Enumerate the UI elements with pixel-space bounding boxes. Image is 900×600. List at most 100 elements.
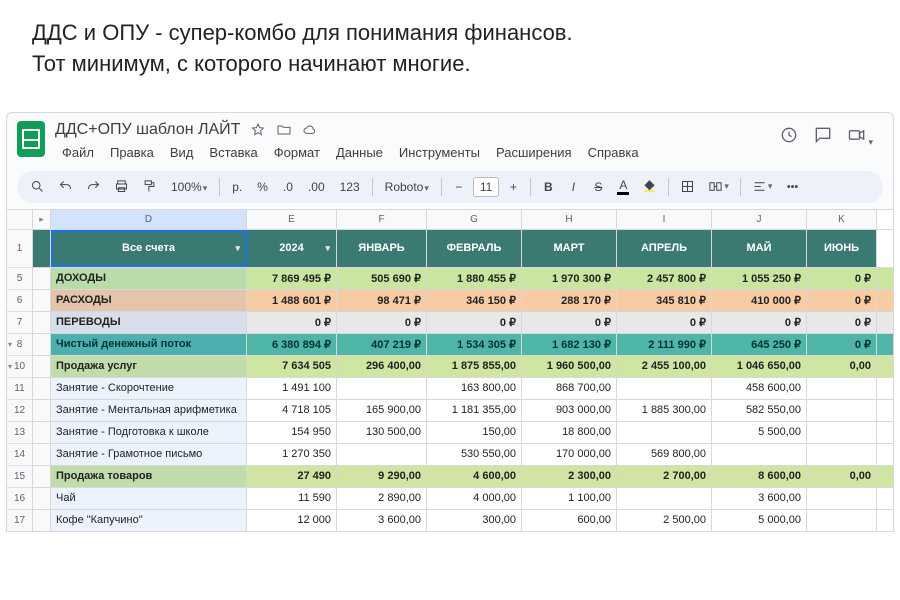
menu-file[interactable]: Файл [55,142,101,163]
menu-view[interactable]: Вид [163,142,201,163]
decrease-font-size-icon[interactable]: − [448,175,470,199]
row-label[interactable]: ПЕРЕВОДЫ [51,312,247,333]
cell[interactable] [807,422,877,443]
cell[interactable]: 410 000 ₽ [712,290,807,311]
row-number[interactable]: 1 [7,230,32,268]
menu-edit[interactable]: Правка [103,142,161,163]
print-icon[interactable] [109,175,134,199]
cell[interactable]: 11 590 [247,488,337,509]
cell[interactable]: 0 ₽ [522,312,617,333]
cell[interactable]: 4 600,00 [427,466,522,487]
cell[interactable] [33,510,51,531]
cell[interactable]: 345 810 ₽ [617,290,712,311]
cell[interactable] [33,356,51,377]
font-size-input[interactable]: 11 [473,177,499,197]
cell[interactable]: 288 170 ₽ [522,290,617,311]
cell[interactable]: 296 400,00 [337,356,427,377]
cell[interactable]: 600,00 [522,510,617,531]
cell[interactable]: 2 111 990 ₽ [617,334,712,355]
row-number[interactable]: 6 [7,290,32,312]
cell[interactable]: 1 270 350 [247,444,337,465]
cell[interactable] [712,444,807,465]
cell[interactable]: 1 100,00 [522,488,617,509]
cell[interactable]: 1 960 500,00 [522,356,617,377]
cell[interactable] [807,400,877,421]
column-header[interactable]: K [807,210,877,229]
cell[interactable] [33,312,51,333]
row-label[interactable]: Занятие - Грамотное письмо [51,444,247,465]
row-number[interactable]: 11 [7,378,32,400]
cell[interactable]: 582 550,00 [712,400,807,421]
column-header[interactable]: J [712,210,807,229]
month-header[interactable]: ФЕВРАЛЬ [427,230,522,267]
italic-icon[interactable]: I [562,175,584,199]
row-label[interactable]: Занятие - Скорочтение [51,378,247,399]
cell[interactable] [33,444,51,465]
cell[interactable]: 1 046 650,00 [712,356,807,377]
cell[interactable]: 2 700,00 [617,466,712,487]
row-number[interactable]: 15 [7,466,32,488]
cell[interactable]: 1 181 355,00 [427,400,522,421]
cell[interactable] [33,378,51,399]
merge-cells-icon[interactable]: ▾ [703,175,734,199]
paint-format-icon[interactable] [137,175,162,199]
zoom-level[interactable]: 100%▾ [165,177,213,197]
cell[interactable]: 645 250 ₽ [712,334,807,355]
cell[interactable] [337,378,427,399]
cell[interactable]: 0 ₽ [712,312,807,333]
google-sheets-logo[interactable] [17,121,45,157]
cell[interactable] [33,334,51,355]
cell[interactable]: 12 000 [247,510,337,531]
menu-format[interactable]: Формат [267,142,327,163]
month-header[interactable]: ИЮНЬ [807,230,877,267]
cell[interactable]: 0,00 [807,356,877,377]
cell[interactable] [33,488,51,509]
text-color-icon[interactable]: A [612,175,634,199]
star-icon[interactable] [250,122,266,138]
row-number[interactable]: 12 [7,400,32,422]
decrease-decimal-icon[interactable]: .0 [277,175,299,199]
row-number[interactable]: 7 [7,312,32,334]
cell[interactable]: 154 950 [247,422,337,443]
row-label[interactable]: Чистый денежный поток [51,334,247,355]
cell[interactable]: 2 457 800 ₽ [617,268,712,289]
cell[interactable] [807,444,877,465]
column-header[interactable]: I [617,210,712,229]
cell[interactable]: 1 488 601 ₽ [247,290,337,311]
history-icon[interactable] [779,125,799,150]
cell[interactable]: 0 ₽ [807,290,877,311]
cell[interactable] [33,466,51,487]
cell[interactable]: 98 471 ₽ [337,290,427,311]
increase-font-size-icon[interactable]: + [502,175,524,199]
cell[interactable] [33,268,51,289]
percent-format-icon[interactable]: % [251,175,274,199]
cell[interactable]: 27 490 [247,466,337,487]
row-number[interactable]: 13 [7,422,32,444]
row-number[interactable]: ▾8 [7,334,32,356]
row-label[interactable]: Продажа товаров [51,466,247,487]
cell[interactable]: 6 380 894 ₽ [247,334,337,355]
undo-icon[interactable] [53,175,78,199]
comments-icon[interactable] [813,125,833,150]
cell[interactable]: 163 800,00 [427,378,522,399]
cell[interactable]: 3 600,00 [712,488,807,509]
row-label[interactable]: Занятие - Подготовка к школе [51,422,247,443]
cell[interactable]: 2 500,00 [617,510,712,531]
cloud-status-icon[interactable] [302,122,318,138]
row-number[interactable]: 5 [7,268,32,290]
cell[interactable]: 0 ₽ [247,312,337,333]
cell[interactable]: 0 ₽ [807,268,877,289]
number-format-icon[interactable]: 123 [334,175,366,199]
cell[interactable]: 458 600,00 [712,378,807,399]
menu-insert[interactable]: Вставка [202,142,264,163]
row-label[interactable]: Чай [51,488,247,509]
currency-format-icon[interactable]: р. [226,175,248,199]
cell[interactable]: 3 600,00 [337,510,427,531]
cell[interactable]: 130 500,00 [337,422,427,443]
cell[interactable]: 5 000,00 [712,510,807,531]
cell[interactable]: 4 718 105 [247,400,337,421]
cell[interactable]: 0 ₽ [427,312,522,333]
row-label[interactable]: Занятие - Ментальная арифметика [51,400,247,421]
cell[interactable]: 300,00 [427,510,522,531]
horizontal-align-icon[interactable]: ▾ [747,175,778,199]
